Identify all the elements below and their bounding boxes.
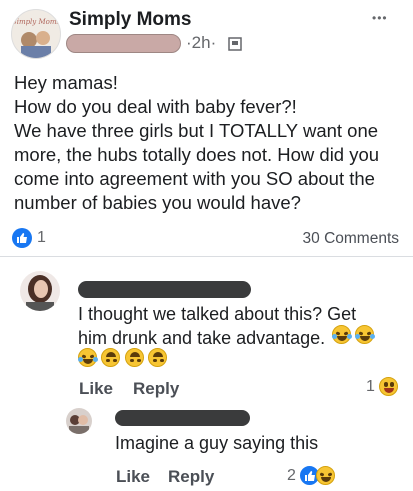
upside-down-emoji-icon (124, 348, 144, 367)
upside-down-emoji-icon (148, 348, 168, 367)
post-line: We have three girls but I TOTALLY want o… (14, 120, 379, 141)
laughing-emoji-icon (315, 466, 335, 485)
reply-like-button[interactable]: Like (116, 467, 150, 487)
time-separator-2: · (210, 33, 217, 52)
post-line: come into agreement with you SO about th… (14, 168, 375, 189)
reply-reactions[interactable]: 2 (287, 465, 335, 486)
comment-emojis-line2 (78, 348, 168, 367)
post-line: more, the hubs totally does not. How did… (14, 144, 380, 165)
grinning-emoji-icon (378, 377, 398, 396)
globe-privacy-icon (228, 37, 242, 56)
time-label: 2h (191, 33, 211, 52)
svg-text:Simply Moms: Simply Moms (12, 18, 60, 26)
redacted-name (66, 34, 181, 53)
comment-emojis-inline (332, 325, 376, 344)
comment-body: I thought we talked about this? Get him … (78, 302, 356, 350)
replier-avatar[interactable] (66, 408, 92, 434)
reply-reaction-count: 2 (287, 466, 296, 484)
reply-reply-button[interactable]: Reply (168, 467, 214, 487)
divider (0, 256, 413, 257)
redacted-commenter-name (78, 281, 251, 298)
post-body: Hey mamas! How do you deal with baby fev… (14, 71, 406, 215)
reply-body: Imagine a guy saying this (115, 433, 319, 453)
commenter-avatar[interactable] (20, 271, 60, 311)
comment-reactions[interactable]: 1 (366, 377, 398, 396)
comment-reaction-count: 1 (366, 377, 375, 395)
laughing-emoji-icon (78, 348, 98, 367)
page-avatar[interactable]: Simply Moms (11, 9, 61, 59)
page-name[interactable]: Simply Moms (69, 9, 191, 31)
redacted-replier-name (115, 410, 250, 426)
comment-count[interactable]: 30 Comments (303, 230, 399, 248)
laughing-emoji-icon (355, 325, 376, 344)
post-reactions[interactable]: 1 (12, 228, 46, 248)
more-options-icon[interactable]: ••• (372, 11, 388, 25)
reaction-count: 1 (37, 229, 46, 246)
post-time[interactable]: ·2h· (186, 33, 216, 53)
upside-down-emoji-icon (101, 348, 121, 367)
comment-line: I thought we talked about this? Get (78, 304, 357, 324)
post-line: Hey mamas! (14, 72, 118, 93)
comment-like-button[interactable]: Like (79, 379, 113, 399)
post-line: How do you deal with baby fever?! (14, 96, 297, 117)
like-reaction-icon (12, 228, 32, 248)
post-line: number of babies you would have? (14, 192, 301, 213)
comment-reply-button[interactable]: Reply (133, 379, 179, 399)
comment-line: him drunk and take advantage. (78, 328, 326, 348)
laughing-emoji-icon (332, 325, 352, 344)
